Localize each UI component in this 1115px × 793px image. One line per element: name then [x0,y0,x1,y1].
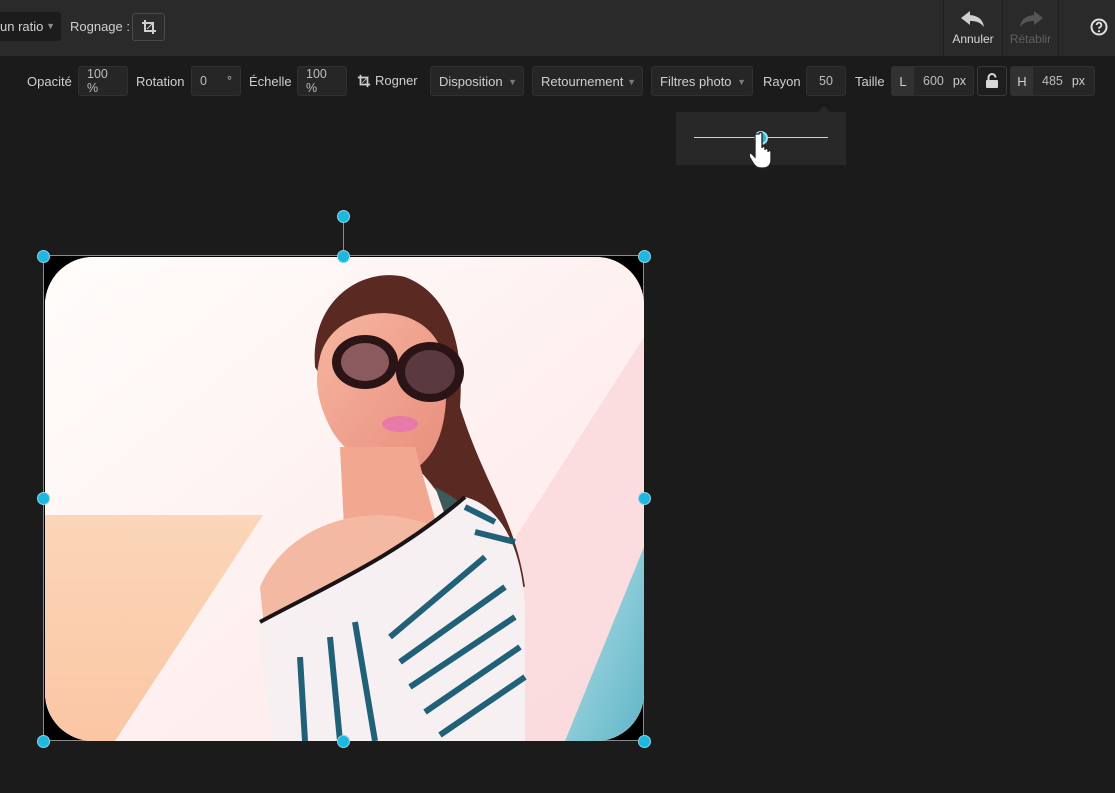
flip-dropdown[interactable]: Retournement ▼ [532,66,643,96]
ratio-select-value: un ratio [0,19,44,34]
aspect-lock-button[interactable] [977,66,1007,96]
rotation-value: 0 [200,74,207,88]
rotate-handle[interactable] [336,209,350,223]
resize-handle-top[interactable] [336,249,350,263]
opacity-input[interactable]: 100 % [78,66,128,96]
ratio-select[interactable]: un ratio ▼ [0,12,61,41]
photo-filters-dropdown[interactable]: Filtres photo ▼ [651,66,753,96]
top-bar: un ratio ▼ Rognage : Annuler Rétablir [0,0,1115,56]
image-toolbar: Opacité 100 % Rotation 0 ° Échelle 100 %… [0,66,1115,96]
resize-handle-bottom-left[interactable] [36,734,50,748]
undo-label: Annuler [952,32,994,46]
resize-handle-bottom[interactable] [336,734,350,748]
undo-icon [961,11,984,27]
help-icon [1090,18,1108,36]
image-selection-frame[interactable] [43,255,644,741]
rotation-unit: ° [227,74,232,88]
photo-image [45,257,644,741]
chevron-down-icon: ▼ [508,77,517,87]
flip-dropdown-label: Retournement [541,73,624,89]
height-prefix: H [1011,67,1033,95]
photo-filters-dropdown-label: Filtres photo [660,73,732,89]
radius-input[interactable]: 50 [806,66,846,96]
width-value: 600 [923,74,944,88]
radius-label: Rayon [763,74,801,89]
width-input[interactable]: L 600 px [891,66,974,96]
resize-handle-bottom-right[interactable] [637,734,651,748]
chevron-down-icon: ▼ [46,21,55,31]
crop-button-label: Rogner [375,73,418,88]
scale-input[interactable]: 100 % [297,66,347,96]
height-unit: px [1071,74,1086,88]
photo[interactable] [45,257,644,741]
layout-dropdown-label: Disposition [439,73,503,89]
crop-icon [357,74,371,87]
undo-button[interactable]: Annuler [943,0,1003,56]
rotation-input[interactable]: 0 ° [191,66,241,96]
opacity-label: Opacité [27,74,72,89]
resize-handle-right[interactable] [637,491,651,505]
redo-button[interactable]: Rétablir [1003,0,1059,56]
redo-icon [1019,11,1043,27]
rotation-label: Rotation [136,74,185,89]
hand-pointer-cursor-icon [750,131,772,169]
layout-dropdown[interactable]: Disposition ▼ [430,66,524,96]
size-label: Taille [855,74,885,89]
chevron-down-icon: ▼ [627,77,636,87]
redo-label: Rétablir [1009,32,1052,46]
height-value: 485 [1042,74,1063,88]
crop-icon [141,20,156,34]
crop-mode-button[interactable] [132,13,165,41]
resize-handle-left[interactable] [36,491,50,505]
width-prefix: L [892,67,914,95]
popover-arrow [818,106,830,112]
chevron-down-icon: ▼ [737,77,746,87]
resize-handle-top-left[interactable] [36,249,50,263]
resize-handle-top-right[interactable] [637,249,651,263]
scale-value: 100 % [306,67,327,95]
opacity-value: 100 % [87,67,108,95]
width-unit: px [952,74,967,88]
radius-value: 50 [819,74,833,88]
crop-button[interactable]: Rogner [357,73,418,88]
crop-label: Rognage : [70,19,130,34]
help-button[interactable] [1089,17,1109,37]
height-input[interactable]: H 485 px [1010,66,1095,96]
scale-label: Échelle [249,74,292,89]
unlock-icon [986,73,998,88]
